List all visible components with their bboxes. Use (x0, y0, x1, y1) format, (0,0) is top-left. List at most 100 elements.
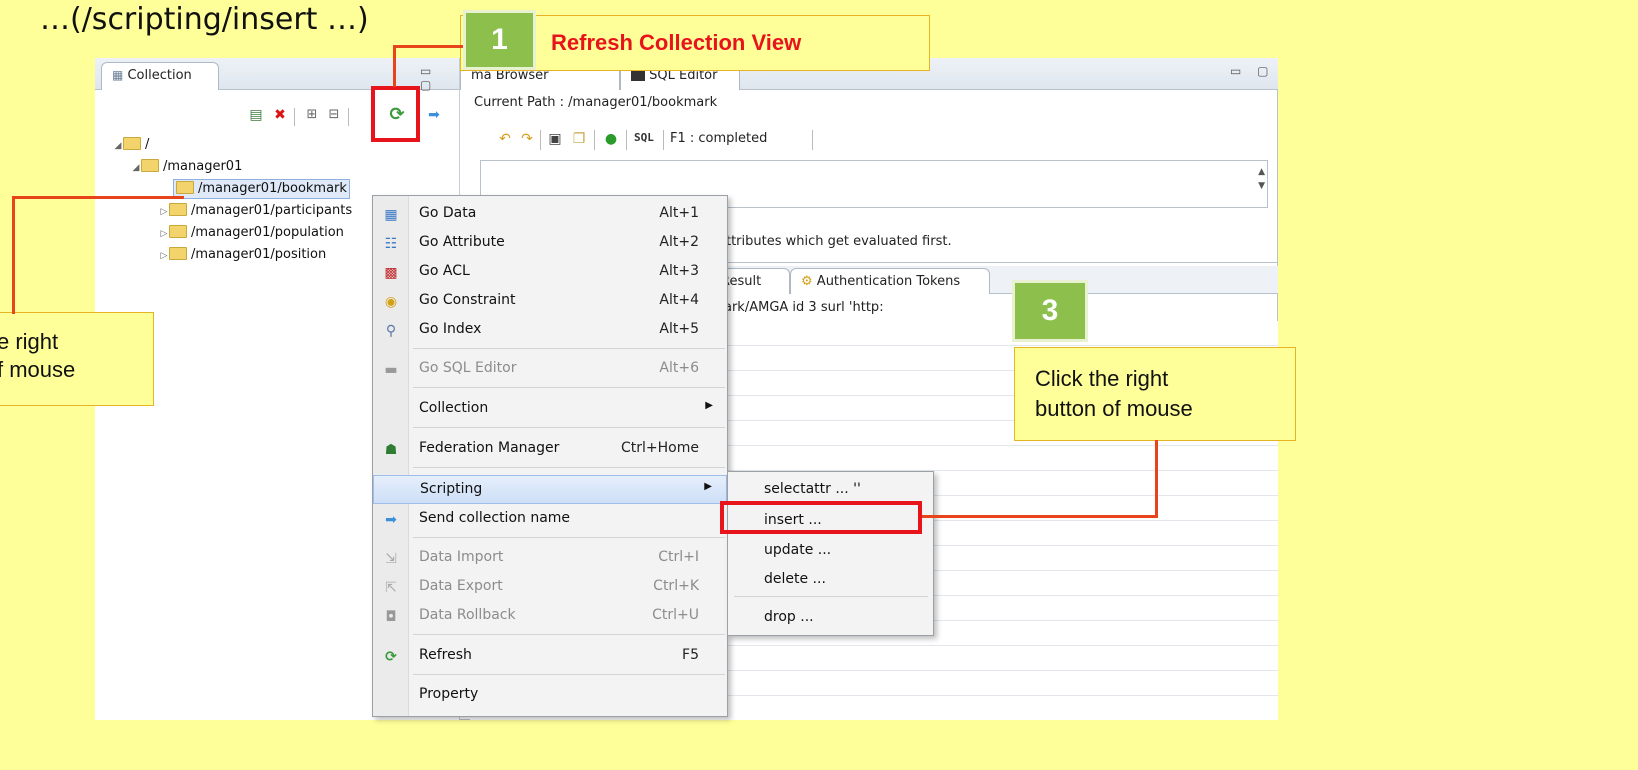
toolbar-divider (348, 108, 349, 126)
collapsed-arrow-icon[interactable]: ▷ (159, 245, 169, 267)
index-icon: ⚲ (385, 323, 397, 339)
current-path: Current Path : /manager01/bookmark (474, 95, 717, 110)
menu-item-data-export[interactable]: ⇱ Data Export Ctrl+K (373, 573, 727, 602)
current-path-label: Current Path : (474, 95, 565, 110)
tab-authentication-tokens[interactable]: ⚙ Authentication Tokens (790, 268, 990, 294)
expand-all-icon[interactable]: ⊞ (303, 106, 321, 124)
menu-separator (734, 596, 928, 597)
collection-tab-label: Collection (127, 68, 192, 83)
acl-icon: ▩ (384, 265, 398, 281)
delete-icon[interactable]: ✖ (271, 106, 289, 124)
insert-highlight-box (720, 501, 922, 534)
toolbar-divider (663, 130, 664, 150)
menu-item-scripting[interactable]: Scripting ▶ (373, 475, 727, 504)
right-window-controls[interactable]: ▭ ▢ (1230, 64, 1275, 78)
send-icon: ➡ (385, 512, 397, 528)
sql-editor-tab-icon (631, 70, 645, 81)
step3-number: 3 (1012, 280, 1088, 342)
connector-line (12, 196, 15, 314)
redo-icon[interactable]: ↷ (518, 130, 536, 148)
copy-icon[interactable]: ❐ (570, 130, 588, 148)
connector-line (12, 196, 184, 199)
collapsed-arrow-icon[interactable]: ▷ (159, 201, 169, 223)
rollback-icon: ◘ (385, 609, 397, 625)
folder-icon (169, 203, 187, 216)
send-arrow-icon[interactable]: ➡ (425, 106, 443, 124)
folder-icon (141, 159, 159, 172)
step3-callout: Click the right button of mouse (1014, 347, 1296, 441)
submenu-item-update[interactable]: update ... (728, 535, 933, 563)
info-text: attributes which get evaluated first. (718, 234, 952, 249)
menu-item-go-acl[interactable]: ▩ Go ACL Alt+3 (373, 258, 727, 287)
toolbar-divider (594, 130, 595, 150)
submenu-arrow-icon: ▶ (704, 481, 712, 492)
expanded-arrow-icon[interactable]: ◢ (113, 135, 123, 157)
toolbar-divider (540, 130, 541, 150)
step3-text-line1: Click the right (1035, 366, 1169, 391)
folder-icon (169, 225, 187, 238)
token-icon: ⚙ (801, 274, 813, 289)
folder-icon (176, 181, 194, 194)
menu-separator (413, 427, 725, 428)
menu-item-go-attribute[interactable]: ☷ Go Attribute Alt+2 (373, 229, 727, 258)
menu-item-send-collection-name[interactable]: ➡ Send collection name (373, 505, 727, 534)
connector-line (393, 45, 463, 48)
menu-item-go-sql-editor[interactable]: ▬ Go SQL Editor Alt+6 (373, 355, 727, 384)
menu-separator (413, 467, 725, 468)
menu-separator (413, 348, 725, 349)
menu-item-data-rollback[interactable]: ◘ Data Rollback Ctrl+U (373, 602, 727, 631)
grid-icon: ▦ (384, 207, 398, 223)
connector-line (1155, 440, 1158, 518)
menu-separator (413, 634, 725, 635)
tree-item-manager01[interactable]: ◢/manager01 (113, 156, 453, 178)
constraint-icon: ◉ (384, 294, 398, 310)
sql-button[interactable]: SQL (634, 131, 654, 144)
add-collection-icon[interactable]: ▤ (247, 106, 265, 124)
collapse-all-icon[interactable]: ⊟ (325, 106, 343, 124)
menu-item-go-constraint[interactable]: ◉ Go Constraint Alt+4 (373, 287, 727, 316)
run-icon[interactable]: ● (602, 130, 620, 148)
slide-title: …(/scripting/insert …) (40, 2, 369, 37)
step2-text-line2: f mouse (0, 357, 76, 382)
menu-separator (413, 674, 725, 675)
refresh-icon: ⟳ (385, 649, 397, 665)
status-text: F1 : completed (670, 131, 768, 146)
menu-item-refresh[interactable]: ⟳ Refresh F5 (373, 642, 727, 671)
submenu-arrow-icon: ▶ (705, 400, 713, 411)
attribute-icon: ☷ (384, 236, 398, 252)
tab-collection[interactable]: ▦ Collection (101, 62, 219, 90)
menu-separator (413, 387, 725, 388)
step1-number: 1 (463, 10, 536, 70)
current-path-value: /manager01/bookmark (568, 95, 718, 110)
result-row: ark/AMGA id 3 surl 'http: (724, 300, 884, 315)
collapsed-arrow-icon[interactable]: ▷ (159, 223, 169, 245)
submenu-item-selectattr[interactable]: selectattr ... '' (728, 474, 933, 502)
submenu-item-drop[interactable]: drop ... (728, 602, 933, 630)
save-icon[interactable]: ▣ (546, 130, 564, 148)
menu-item-property[interactable]: Property (373, 681, 727, 710)
submenu-item-delete[interactable]: delete ... (728, 564, 933, 592)
menu-item-go-data[interactable]: ▦ Go Data Alt+1 (373, 200, 727, 229)
context-menu: ▦ Go Data Alt+1 ☷ Go Attribute Alt+2 ▩ G… (372, 195, 728, 717)
scripting-submenu: selectattr ... '' insert ... update ... … (727, 471, 934, 636)
export-icon: ⇱ (385, 580, 397, 596)
undo-icon[interactable]: ↶ (496, 130, 514, 148)
step1-label: Refresh Collection View (551, 30, 802, 55)
import-icon: ⇲ (385, 551, 397, 567)
scroll-arrows-icon[interactable]: ▲ ▼ (1258, 165, 1265, 193)
left-window-controls[interactable]: ▭ ▢ (420, 64, 459, 92)
menu-separator (413, 537, 725, 538)
folder-icon (123, 137, 141, 150)
editor-toolbar: ↶ ↷ ▣ ❐ ● SQL F1 : completed (470, 122, 1278, 156)
expanded-arrow-icon[interactable]: ◢ (131, 157, 141, 179)
connector-line (393, 45, 396, 87)
menu-item-federation-manager[interactable]: ☗ Federation Manager Ctrl+Home (373, 435, 727, 464)
step3-text-line2: button of mouse (1035, 396, 1193, 421)
folder-icon (169, 247, 187, 260)
menu-item-data-import[interactable]: ⇲ Data Import Ctrl+I (373, 544, 727, 573)
toolbar-divider (626, 130, 627, 150)
refresh-highlight-box (371, 86, 420, 142)
sql-editor-icon: ▬ (384, 362, 398, 378)
menu-item-go-index[interactable]: ⚲ Go Index Alt+5 (373, 316, 727, 345)
menu-item-collection[interactable]: Collection ▶ (373, 395, 727, 424)
